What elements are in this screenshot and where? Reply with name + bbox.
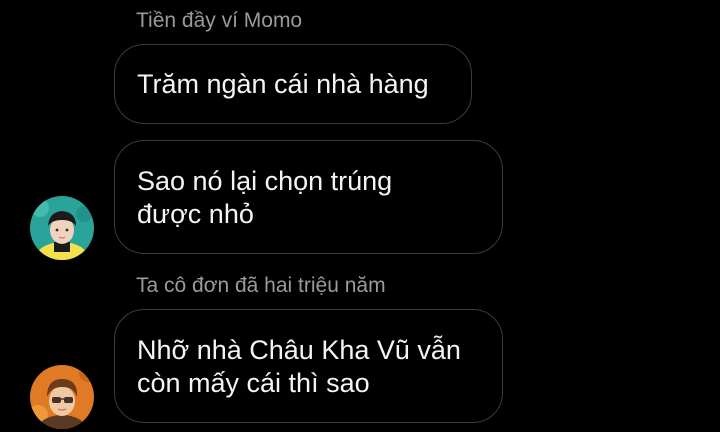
sender-name: Tiền đầy ví Momo <box>136 9 303 32</box>
message-bubble[interactable]: Trăm ngàn cái nhà hàng <box>114 44 472 124</box>
sender-name: Ta cô đơn đã hai triệu năm <box>136 274 386 297</box>
avatar-teal-bg-boy-icon <box>30 196 94 260</box>
avatar[interactable] <box>30 365 94 429</box>
message-bubble[interactable]: Sao nó lại chọn trúng được nhỏ <box>114 140 503 254</box>
message-text: Sao nó lại chọn trúng được nhỏ <box>137 166 393 229</box>
avatar[interactable] <box>30 196 94 260</box>
message-text: Trăm ngàn cái nhà hàng <box>137 69 429 99</box>
avatar-orange-bg-boy-icon <box>30 365 94 429</box>
message-bubble[interactable]: Nhỡ nhà Châu Kha Vũ vẫn còn mấy cái thì … <box>114 309 503 423</box>
message-text: Nhỡ nhà Châu Kha Vũ vẫn còn mấy cái thì … <box>137 335 461 398</box>
